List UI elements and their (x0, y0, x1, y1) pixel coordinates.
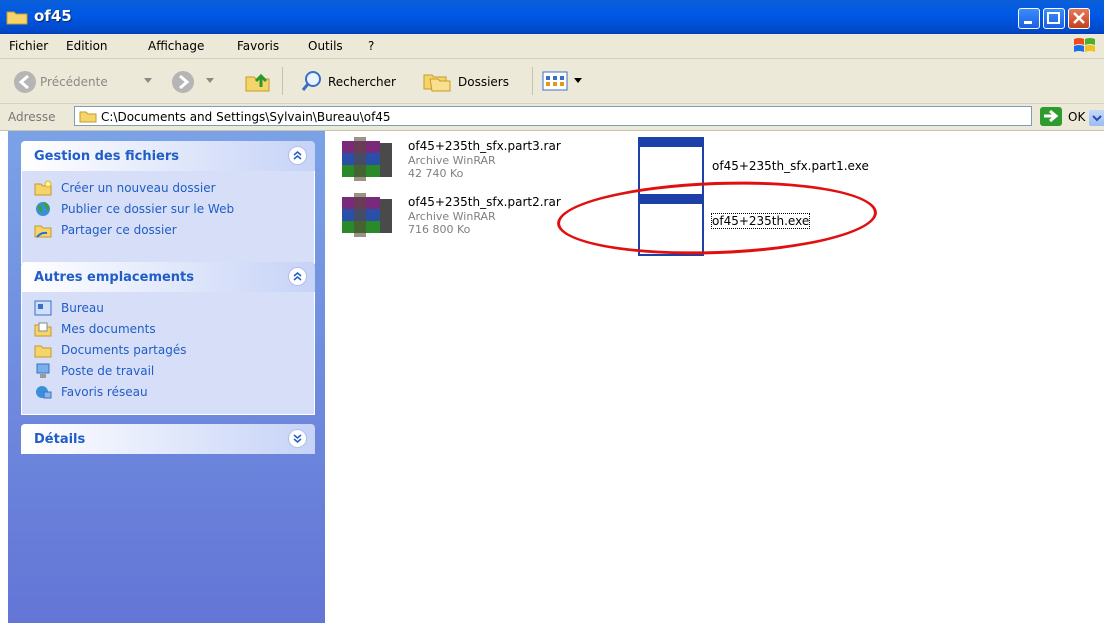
other-places-header[interactable]: Autres emplacements (21, 262, 315, 292)
close-button[interactable] (1068, 8, 1090, 29)
expand-button[interactable] (288, 429, 307, 448)
file-item[interactable]: of45+235th_sfx.part3.rar Archive WinRAR … (338, 137, 608, 189)
folders-button[interactable]: Dossiers (420, 67, 525, 95)
windows-logo-icon (1074, 38, 1095, 52)
file-type: Archive WinRAR (408, 210, 496, 223)
shared-folder-icon (34, 345, 52, 358)
file-size: 716 800 Ko (408, 223, 471, 236)
views-button[interactable] (542, 71, 586, 93)
computer-icon (36, 363, 50, 378)
task-share-folder-label: Partager ce dossier (61, 223, 177, 237)
menu-affichage[interactable]: Affichage (148, 39, 204, 53)
go-arrow-icon (1044, 109, 1059, 123)
details-title: Détails (34, 432, 86, 447)
file-name: of45+235th.exe (710, 213, 811, 229)
chevron-down-icon (206, 78, 214, 83)
folder-up-icon[interactable] (244, 69, 272, 93)
file-size: 42 740 Ko (408, 167, 464, 180)
other-places-panel: Autres emplacements Bureau Mes documents… (21, 262, 315, 415)
file-item[interactable]: of45+235th_sfx.part1.exe (638, 137, 898, 201)
winrar-archive-icon (342, 193, 392, 237)
details-header[interactable]: Détails (21, 424, 315, 454)
file-name: of45+235th_sfx.part1.exe (712, 159, 869, 173)
other-places-title: Autres emplacements (34, 270, 195, 285)
maximize-icon (1047, 12, 1060, 24)
globe-icon (36, 201, 50, 216)
place-bureau-label: Bureau (61, 301, 104, 315)
place-favoris-reseau-label: Favoris réseau (61, 385, 148, 399)
new-folder-icon (34, 180, 52, 196)
go-label[interactable]: OK (1068, 110, 1085, 124)
file-type: Archive WinRAR (408, 154, 496, 167)
folder-icon (79, 111, 97, 123)
task-publish-web-label: Publier ce dossier sur le Web (61, 202, 235, 216)
other-places-body: Bureau Mes documents Documents partagés … (21, 292, 315, 415)
file-name: of45+235th_sfx.part2.rar (408, 195, 561, 209)
search-button[interactable]: Rechercher (296, 67, 411, 95)
chevron-down-icon (293, 434, 302, 443)
toolbar-separator (282, 67, 283, 95)
menu-outils[interactable]: Outils (308, 39, 343, 53)
back-arrow-icon (14, 71, 36, 93)
go-button[interactable] (1040, 107, 1062, 126)
chevron-down-icon (574, 78, 582, 83)
address-label: Adresse (8, 110, 56, 124)
folders-icon (423, 74, 451, 92)
documents-folder-icon (34, 322, 52, 337)
place-mes-documents-label: Mes documents (61, 322, 156, 336)
forward-arrow-icon (172, 71, 194, 93)
views-icon (542, 71, 568, 91)
file-tasks-header[interactable]: Gestion des fichiers (21, 141, 315, 171)
back-button[interactable]: Précédente (6, 67, 161, 95)
collapse-button[interactable] (288, 146, 307, 165)
search-label: Rechercher (328, 75, 396, 89)
file-item[interactable]: of45+235th_sfx.part2.rar Archive WinRAR … (338, 193, 608, 245)
file-tasks-body: Créer un nouveau dossier Publier ce doss… (21, 171, 315, 264)
file-list-view: of45+235th_sfx.part3.rar Archive WinRAR … (330, 131, 1104, 623)
back-label: Précédente (40, 75, 108, 89)
toolbar-separator (532, 67, 533, 95)
executable-icon (638, 137, 704, 199)
address-bar: Adresse C:\Documents and Settings\Sylvai… (0, 104, 1104, 131)
address-path: C:\Documents and Settings\Sylvain\Bureau… (101, 110, 391, 124)
minimize-icon (1024, 21, 1032, 24)
place-documents-partages-label: Documents partagés (61, 343, 187, 357)
address-dropdown-button[interactable] (1089, 110, 1104, 126)
menu-bar: Fichier Edition Affichage Favoris Outils… (0, 34, 1104, 59)
maximize-button[interactable] (1043, 8, 1065, 29)
search-icon (301, 71, 321, 91)
close-icon (1073, 12, 1085, 24)
folder-icon (6, 11, 28, 25)
network-icon (36, 386, 52, 399)
executable-icon (638, 194, 704, 256)
toolbar: Précédente Rechercher Dossiers (0, 59, 1104, 104)
window-title: of45 (34, 7, 72, 25)
menu-edition[interactable]: Edition (66, 39, 108, 53)
winrar-archive-icon (342, 137, 392, 181)
chevron-up-icon (293, 151, 302, 160)
menu-favoris[interactable]: Favoris (237, 39, 279, 53)
folders-label: Dossiers (458, 75, 509, 89)
menu-help[interactable]: ? (368, 39, 374, 53)
chevron-down-icon (1092, 115, 1102, 122)
task-pane: Gestion des fichiers Créer un nouveau do… (8, 131, 325, 623)
title-bar[interactable]: of45 (0, 0, 1104, 34)
collapse-button[interactable] (288, 267, 307, 286)
details-panel: Détails (21, 424, 315, 454)
file-name: of45+235th_sfx.part3.rar (408, 139, 561, 153)
file-tasks-title: Gestion des fichiers (34, 149, 180, 164)
address-input[interactable]: C:\Documents and Settings\Sylvain\Bureau… (74, 106, 1104, 126)
minimize-button[interactable] (1018, 8, 1040, 29)
place-poste-de-travail-label: Poste de travail (61, 364, 155, 378)
share-folder-icon (34, 225, 52, 238)
menu-fichier[interactable]: Fichier (9, 39, 48, 53)
chevron-up-icon (293, 272, 302, 281)
file-item-selected[interactable]: of45+235th.exe (638, 194, 838, 258)
forward-button[interactable] (170, 67, 232, 95)
chevron-down-icon (144, 78, 152, 83)
desktop-icon (34, 300, 52, 316)
file-tasks-panel: Gestion des fichiers Créer un nouveau do… (21, 141, 315, 264)
task-new-folder-label: Créer un nouveau dossier (61, 181, 216, 195)
